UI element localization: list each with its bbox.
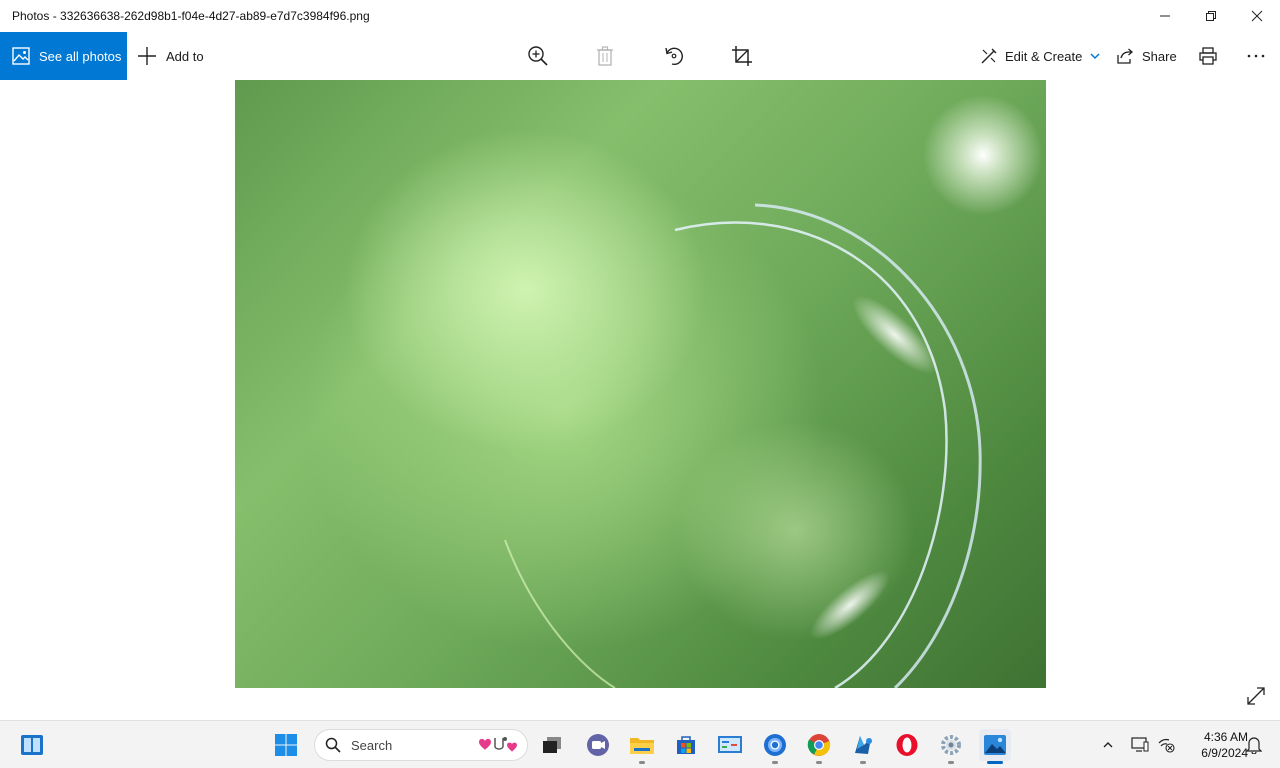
close-icon (1251, 10, 1263, 22)
more-icon (1247, 54, 1265, 58)
taskbar-search[interactable]: Search (314, 729, 528, 761)
delete-button[interactable] (585, 32, 625, 80)
more-options-button[interactable] (1236, 32, 1276, 80)
chrome-icon (807, 734, 831, 756)
settings-icon (941, 735, 961, 755)
monitor-icon (1131, 737, 1149, 752)
zoom-in-icon (528, 46, 548, 66)
chrome-button[interactable] (803, 729, 835, 764)
show-hidden-icons-button[interactable] (1092, 729, 1124, 761)
print-button[interactable] (1188, 32, 1228, 80)
app-icon (855, 736, 872, 754)
photos-button[interactable] (979, 729, 1011, 764)
bell-icon (1246, 737, 1262, 754)
crop-button[interactable] (722, 32, 762, 80)
opera-button[interactable] (891, 729, 923, 761)
see-all-photos-label: See all photos (39, 48, 122, 64)
settings-button[interactable] (935, 729, 967, 764)
fullscreen-button[interactable] (1245, 685, 1267, 712)
displayed-photo[interactable] (235, 80, 1046, 688)
chrome-dev-icon (764, 734, 786, 756)
minimize-button[interactable] (1142, 0, 1188, 32)
search-highlight-icon (479, 737, 517, 752)
network-tray-button[interactable] (1150, 729, 1182, 761)
add-to-label: Add to (166, 48, 204, 64)
file-explorer-button[interactable] (626, 729, 658, 764)
plus-icon (138, 47, 156, 65)
photos-icon (984, 735, 1006, 755)
rotate-icon (665, 47, 683, 66)
share-label: Share (1142, 48, 1177, 64)
rotate-button[interactable] (654, 32, 694, 80)
edit-create-button[interactable]: Edit & Create (980, 32, 1101, 80)
start-icon (275, 734, 297, 756)
photo-viewer (0, 80, 1280, 720)
close-button[interactable] (1234, 0, 1280, 32)
start-button[interactable] (270, 729, 302, 761)
zoom-in-button[interactable] (518, 32, 558, 80)
share-icon (1117, 48, 1133, 64)
task-view-button[interactable] (536, 729, 568, 761)
restore-button[interactable] (1188, 0, 1234, 32)
search-placeholder: Search (351, 737, 393, 753)
network-disconnected-icon (1158, 738, 1175, 753)
taskbar: Search 4:36 AM 6/9/2024 (0, 720, 1280, 768)
chevron-down-icon (1090, 53, 1100, 60)
add-to-button[interactable]: Add to (136, 32, 204, 80)
app-button[interactable] (847, 729, 879, 764)
opera-icon (896, 734, 918, 756)
teams-icon (587, 734, 609, 756)
delete-icon (597, 46, 613, 66)
microsoft-store-icon (677, 736, 695, 754)
photo-flare-art (504, 95, 1043, 688)
teams-button[interactable] (582, 729, 614, 761)
microsoft-store-button[interactable] (670, 729, 702, 761)
toolbar: See all photos Add to Edit & Create Shar… (0, 32, 1280, 80)
chrome-dev-button[interactable] (759, 729, 791, 764)
title-bar: Photos - 332636638-262d98b1-f04e-4d27-ab… (0, 0, 1280, 32)
search-icon (325, 737, 341, 753)
chevron-up-icon (1103, 742, 1113, 748)
see-all-photos-button[interactable]: See all photos (0, 32, 127, 80)
control-panel-button[interactable] (714, 729, 746, 761)
window-title: Photos - 332636638-262d98b1-f04e-4d27-ab… (12, 9, 370, 23)
notifications-button[interactable] (1238, 729, 1270, 761)
task-view-icon (543, 737, 561, 753)
share-button[interactable]: Share (1116, 32, 1177, 80)
widgets-button[interactable] (16, 729, 48, 761)
minimize-icon (1160, 15, 1170, 17)
print-icon (1199, 47, 1217, 65)
photos-gallery-icon (12, 47, 30, 65)
widgets-icon (21, 735, 43, 755)
control-panel-icon (718, 736, 742, 753)
restore-icon (1206, 11, 1216, 21)
expand-icon (1247, 687, 1265, 705)
crop-icon (732, 46, 752, 66)
edit-create-label: Edit & Create (1005, 48, 1083, 64)
edit-create-icon (981, 48, 997, 64)
file-explorer-icon (630, 738, 654, 754)
